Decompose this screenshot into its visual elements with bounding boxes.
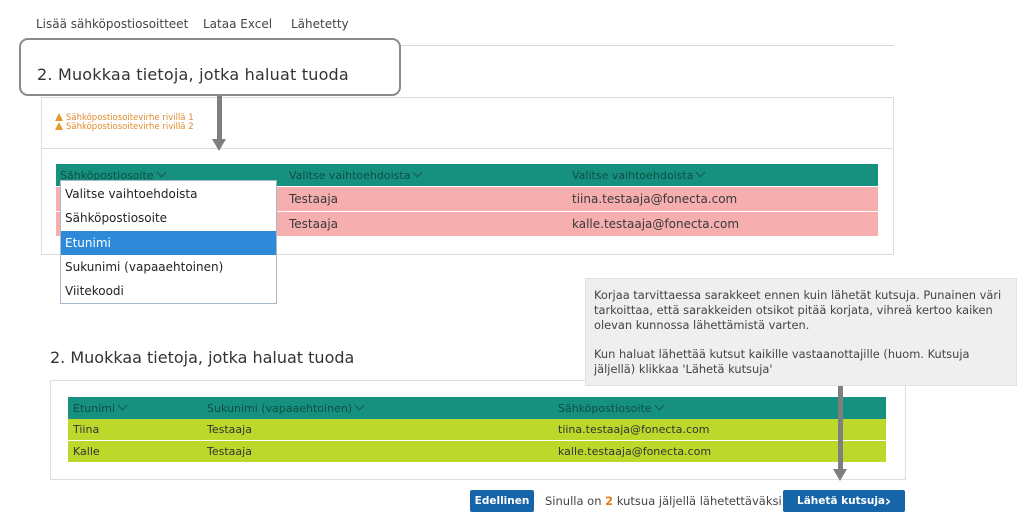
chevron-down-icon <box>117 400 128 411</box>
chevron-down-icon <box>413 167 423 178</box>
warning-icon <box>55 113 63 121</box>
arrow-shaft <box>217 96 222 140</box>
column-header-first-name[interactable]: Etunimi <box>73 400 128 415</box>
previous-button[interactable]: Edellinen <box>470 490 534 512</box>
bottom-table-header: Etunimi Sukunimi (vapaaehtoinen) Sähköpo… <box>68 397 886 419</box>
section-title: 2. Muokkaa tietoja, jotka haluat tuoda <box>50 348 355 367</box>
callout-title: 2. Muokkaa tietoja, jotka haluat tuoda <box>37 65 349 84</box>
invites-remaining-status: Sinulla on 2 kutsua jäljellä lähetettävä… <box>545 494 782 508</box>
table-row: Kalle Testaaja kalle.testaaja@fonecta.co… <box>68 441 886 462</box>
table-cell: Kalle <box>73 445 100 458</box>
help-text-1: Korjaa tarvittaessa sarakkeet ennen kuin… <box>594 288 1002 332</box>
column-header-last-name[interactable]: Sukunimi (vapaaehtoinen) <box>207 400 365 415</box>
column-type-dropdown[interactable]: Valitse vaihtoehdoista Sähköpostiosoite … <box>60 180 277 304</box>
dropdown-option-choose[interactable]: Valitse vaihtoehdoista <box>61 182 276 206</box>
invite-count: 2 <box>605 494 614 508</box>
table-cell: Tiina <box>73 423 100 436</box>
help-tooltip: Korjaa tarvittaessa sarakkeet ennen kuin… <box>585 278 1017 386</box>
tab-sent[interactable]: Lähetetty <box>291 17 349 31</box>
arrow-shaft <box>838 386 843 470</box>
arrow-down-icon <box>833 469 847 481</box>
chevron-right-icon: › <box>884 492 891 510</box>
table-cell: tiina.testaaja@fonecta.com <box>572 192 738 206</box>
chevron-down-icon <box>354 400 365 411</box>
error-panel: Sähköpostiosoitevirhe rivillä 1 Sähköpos… <box>41 97 894 149</box>
chevron-down-icon <box>156 167 166 178</box>
table-cell: Testaaja <box>289 217 339 231</box>
send-invites-button[interactable]: Lähetä kutsuja › <box>783 490 905 512</box>
table-row: Tiina Testaaja tiina.testaaja@fonecta.co… <box>68 419 886 440</box>
column-header-email[interactable]: Sähköpostiosoite <box>558 400 664 415</box>
table-cell: tiina.testaaja@fonecta.com <box>558 423 710 436</box>
tab-add-emails[interactable]: Lisää sähköpostiosoitteet <box>36 17 188 31</box>
table-cell: Testaaja <box>289 192 339 206</box>
help-text-2: Kun haluat lähettää kutsut kaikille vast… <box>594 347 970 376</box>
dropdown-option-reference-code[interactable]: Viitekoodi <box>61 279 276 303</box>
callout-box: 2. Muokkaa tietoja, jotka haluat tuoda <box>19 38 401 96</box>
table-cell: kalle.testaaja@fonecta.com <box>572 217 740 231</box>
dropdown-option-first-name[interactable]: Etunimi <box>61 231 276 255</box>
chevron-down-icon <box>696 167 706 178</box>
table-cell: Testaaja <box>207 445 252 458</box>
chevron-down-icon <box>654 400 664 411</box>
arrow-down-icon <box>212 139 226 151</box>
dropdown-option-email[interactable]: Sähköpostiosoite <box>61 206 276 230</box>
table-cell: kalle.testaaja@fonecta.com <box>558 445 712 458</box>
error-message-2: Sähköpostiosoitevirhe rivillä 2 <box>55 122 194 132</box>
tab-upload-excel[interactable]: Lataa Excel <box>203 17 272 31</box>
dropdown-option-last-name[interactable]: Sukunimi (vapaaehtoinen) <box>61 255 276 279</box>
column-header-choose-3[interactable]: Valitse vaihtoehdoista <box>572 167 706 182</box>
table-cell: Testaaja <box>207 423 252 436</box>
warning-icon <box>55 122 63 130</box>
column-header-choose-2[interactable]: Valitse vaihtoehdoista <box>289 167 423 182</box>
